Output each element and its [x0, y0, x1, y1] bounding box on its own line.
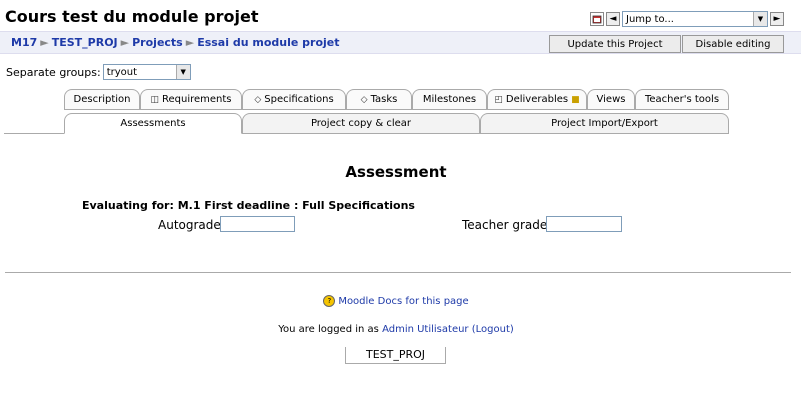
logout-link[interactable]: (Logout): [472, 324, 514, 335]
deliverables-icon: ◰: [494, 94, 503, 105]
tab-project-import-export[interactable]: Project Import/Export: [480, 113, 729, 133]
tab-label: Teacher's tools: [644, 94, 720, 105]
prev-activity-button[interactable]: ◄: [606, 12, 620, 26]
tab-label: Assessments: [120, 118, 186, 129]
lock-icon: ■: [571, 94, 580, 105]
chevron-down-icon: ▼: [753, 12, 767, 26]
moodle-docs-link-row: ? Moodle Docs for this page: [0, 295, 792, 307]
jump-to-value: Jump to...: [626, 13, 674, 25]
chevron-down-icon: ▼: [175, 65, 190, 79]
moodle-docs-link[interactable]: Moodle Docs for this page: [338, 296, 468, 307]
logged-in-prefix: You are logged in as: [278, 324, 379, 335]
tab-milestones[interactable]: Milestones: [412, 89, 487, 109]
tab-assessments[interactable]: Assessments: [64, 113, 242, 134]
tab-teachers-tools[interactable]: Teacher's tools: [635, 89, 729, 109]
groups-label: Separate groups:: [6, 65, 101, 79]
user-profile-link[interactable]: Admin Utilisateur: [382, 324, 468, 335]
tab-tasks[interactable]: ◇ Tasks: [346, 89, 412, 109]
teacher-grade-input[interactable]: [546, 216, 622, 232]
jump-to-bar: ◄ Jump to... ▼ ►: [590, 10, 784, 28]
tab-label: Tasks: [370, 94, 398, 105]
requirements-icon: ◫: [150, 94, 159, 105]
groups-selected-value: tryout: [106, 66, 138, 78]
next-activity-button[interactable]: ►: [770, 12, 784, 26]
tab-row-divider: [64, 109, 729, 110]
login-info: You are logged in as Admin Utilisateur (…: [0, 324, 792, 335]
teacher-grade-label: Teacher grade: [462, 218, 548, 232]
evaluating-for-text: Evaluating for: M.1 First deadline : Ful…: [82, 199, 415, 212]
calendar-icon[interactable]: [590, 12, 604, 26]
jump-to-select[interactable]: Jump to... ▼: [622, 11, 768, 27]
tab-label: Specifications: [264, 94, 334, 105]
tab-label: Milestones: [422, 94, 477, 105]
diamond-icon: ◇: [360, 94, 368, 105]
breadcrumb-item-test-proj[interactable]: TEST_PROJ: [52, 36, 118, 49]
update-project-button[interactable]: Update this Project: [549, 35, 681, 53]
breadcrumb-separator-icon: ►: [40, 36, 49, 49]
autograde-label: Autograde: [158, 218, 221, 232]
disable-editing-button[interactable]: Disable editing: [682, 35, 784, 53]
groups-select[interactable]: tryout ▼: [102, 64, 191, 80]
breadcrumb-separator-icon: ►: [185, 36, 195, 49]
tab-deliverables[interactable]: ◰ Deliverables ■: [487, 89, 587, 109]
diamond-icon: ◇: [254, 94, 262, 105]
tab-label: Views: [596, 94, 626, 105]
course-title: Cours test du module projet: [5, 7, 259, 26]
tab-label: Requirements: [161, 94, 232, 105]
breadcrumb: M17 ► TEST_PROJ ► Projects ► Essai du module p…: [11, 36, 340, 49]
tab-description[interactable]: Description: [64, 89, 140, 109]
breadcrumb-item-projects[interactable]: Projects: [132, 36, 183, 49]
tab-label: Description: [73, 94, 131, 105]
tab-label: Deliverables: [505, 94, 569, 105]
tab-label: Project copy & clear: [310, 118, 412, 129]
tab-project-copy-clear[interactable]: Project copy & clear: [242, 113, 480, 133]
breadcrumb-item-project: Essai du module projet: [197, 36, 340, 49]
course-home-link[interactable]: TEST_PROJ: [345, 347, 446, 364]
breadcrumb-item-course[interactable]: M17: [11, 36, 37, 49]
tab-requirements[interactable]: ◫ Requirements: [140, 89, 242, 109]
autograde-input[interactable]: [220, 216, 295, 232]
tab-label: Project Import/Export: [551, 118, 658, 129]
footer-divider: [5, 272, 791, 273]
page-title: Assessment: [345, 163, 447, 181]
tab-views[interactable]: Views: [587, 89, 635, 109]
group-selector: Separate groups: tryout ▼: [6, 64, 191, 80]
tab-specifications[interactable]: ◇ Specifications: [242, 89, 346, 109]
help-icon: ?: [323, 295, 336, 307]
breadcrumb-separator-icon: ►: [120, 36, 130, 49]
